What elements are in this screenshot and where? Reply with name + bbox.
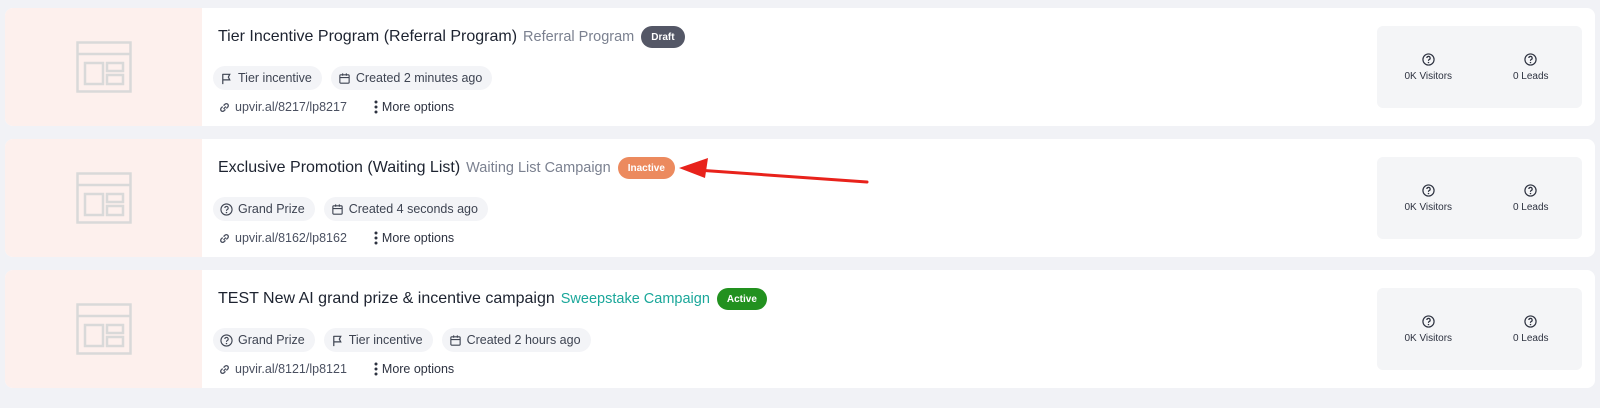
- leads-label: 0 Leads: [1512, 332, 1549, 344]
- leads-stat: 0 Leads: [1480, 157, 1583, 239]
- campaign-card[interactable]: Exclusive Promotion (Waiting List) Waiti…: [5, 139, 1595, 257]
- chip-label: Created 2 hours ago: [466, 333, 581, 347]
- calendar-icon: [332, 203, 343, 215]
- link-icon: [220, 364, 229, 374]
- layout-template-icon: [75, 41, 132, 93]
- campaign-type: Waiting List Campaign: [466, 160, 611, 176]
- campaign-stats: 0K Visitors 0 Leads: [1377, 288, 1582, 370]
- chip-label: Tier incentive: [238, 71, 312, 85]
- campaign-url[interactable]: upvir.al/8217/lp8217: [235, 100, 347, 114]
- leads-stat: 0 Leads: [1480, 26, 1583, 108]
- question-circle-icon[interactable]: [1524, 314, 1537, 328]
- campaign-url[interactable]: upvir.al/8162/lp8162: [235, 231, 347, 245]
- vertical-dots-icon: [374, 362, 378, 376]
- campaign-url-link[interactable]: upvir.al/8217/lp8217: [218, 100, 347, 114]
- leads-stat: 0 Leads: [1480, 288, 1583, 370]
- chip-grand-prize: Grand Prize: [213, 197, 315, 221]
- link-icon: [220, 233, 229, 243]
- question-circle-icon[interactable]: [1524, 183, 1537, 197]
- chip-tier-incentive: Tier incentive: [213, 66, 322, 90]
- leads-label: 0 Leads: [1512, 201, 1549, 213]
- question-circle-icon[interactable]: [1422, 183, 1435, 197]
- campaign-type: Sweepstake Campaign: [560, 291, 710, 307]
- layout-template-icon: [75, 172, 132, 224]
- status-badge: Draft: [641, 26, 685, 48]
- status-badge: Active: [716, 288, 767, 310]
- calendar-icon: [339, 72, 350, 84]
- campaign-card[interactable]: TEST New AI grand prize & incentive camp…: [5, 270, 1595, 388]
- campaign-stats: 0K Visitors 0 Leads: [1377, 157, 1582, 239]
- campaign-title[interactable]: TEST New AI grand prize & incentive camp…: [218, 290, 555, 308]
- layout-template-icon: [75, 303, 132, 355]
- chip-tier-incentive: Tier incentive: [323, 328, 433, 352]
- question-circle-icon[interactable]: [1524, 52, 1537, 66]
- question-circle-icon[interactable]: [1422, 314, 1435, 328]
- campaign-url-link[interactable]: upvir.al/8121/lp8121: [218, 362, 347, 376]
- more-options-label: More options: [381, 100, 455, 114]
- visitors-label: 0K Visitors: [1404, 332, 1453, 344]
- chip-created: Created 2 hours ago: [441, 328, 591, 352]
- question-circle-icon: [220, 202, 233, 216]
- flag-icon: [332, 335, 342, 346]
- chip-grand-prize: Grand Prize: [213, 328, 315, 352]
- visitors-stat: 0K Visitors: [1377, 288, 1480, 370]
- vertical-dots-icon: [374, 231, 378, 245]
- chip-label: Tier incentive: [348, 333, 423, 347]
- flag-icon: [222, 73, 231, 84]
- campaign-url-link[interactable]: upvir.al/8162/lp8162: [218, 231, 347, 245]
- more-options-button[interactable]: More options: [374, 231, 454, 245]
- chip-label: Grand Prize: [238, 202, 305, 216]
- question-circle-icon[interactable]: [1422, 52, 1435, 66]
- more-options-label: More options: [381, 362, 455, 376]
- campaign-title[interactable]: Exclusive Promotion (Waiting List): [218, 159, 460, 177]
- chip-created: Created 4 seconds ago: [323, 197, 488, 221]
- campaign-url[interactable]: upvir.al/8121/lp8121: [235, 362, 347, 376]
- campaign-thumbnail[interactable]: [5, 8, 202, 126]
- more-options-button[interactable]: More options: [374, 362, 454, 376]
- campaign-thumbnail[interactable]: [5, 270, 202, 388]
- chip-label: Grand Prize: [238, 333, 305, 347]
- visitors-label: 0K Visitors: [1404, 70, 1453, 82]
- leads-label: 0 Leads: [1512, 70, 1549, 82]
- more-options-label: More options: [381, 231, 455, 245]
- campaign-thumbnail[interactable]: [5, 139, 202, 257]
- campaign-type: Referral Program: [523, 29, 635, 45]
- campaign-title[interactable]: Tier Incentive Program (Referral Program…: [218, 28, 517, 46]
- chip-label: Created 4 seconds ago: [348, 202, 478, 216]
- more-options-button[interactable]: More options: [374, 100, 454, 114]
- visitors-label: 0K Visitors: [1404, 201, 1453, 213]
- campaign-card[interactable]: Tier Incentive Program (Referral Program…: [5, 8, 1595, 126]
- campaign-stats: 0K Visitors 0 Leads: [1377, 26, 1582, 108]
- chip-created: Created 2 minutes ago: [330, 66, 493, 90]
- link-icon: [220, 102, 229, 112]
- question-circle-icon: [220, 333, 233, 347]
- chip-label: Created 2 minutes ago: [355, 71, 483, 85]
- visitors-stat: 0K Visitors: [1377, 157, 1480, 239]
- status-badge: Inactive: [617, 157, 675, 179]
- vertical-dots-icon: [374, 100, 378, 114]
- calendar-icon: [449, 334, 461, 346]
- visitors-stat: 0K Visitors: [1377, 26, 1480, 108]
